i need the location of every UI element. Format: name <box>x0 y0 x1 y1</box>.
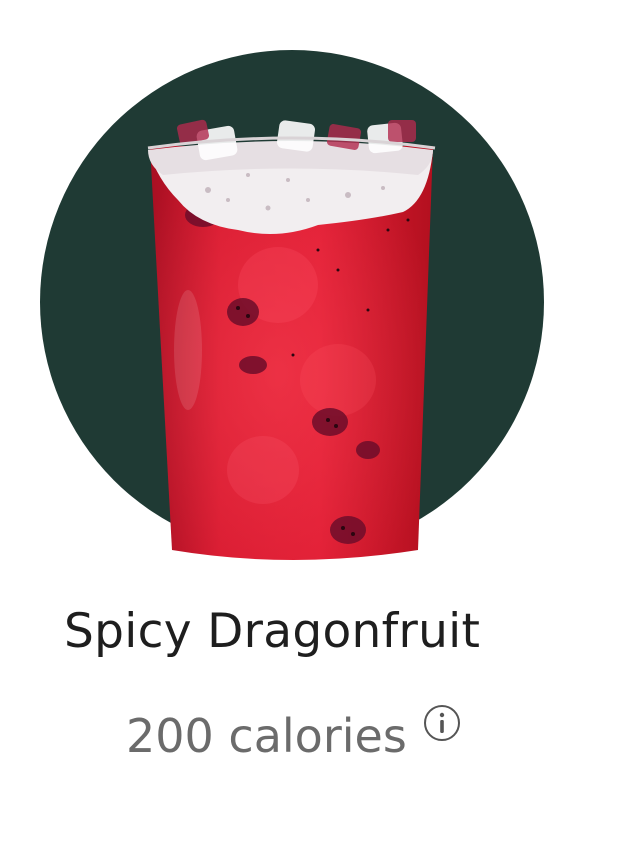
calories-row: 200 calories <box>126 704 461 768</box>
product-detail-screen: Spicy Dragonfruit 200 calories <box>0 0 640 853</box>
info-icon[interactable] <box>423 704 461 742</box>
calories-text: 200 calories <box>126 709 407 763</box>
product-image <box>38 50 546 560</box>
dragonfruit-drink-icon <box>40 50 544 560</box>
product-name: Spicy Dragonfruit <box>64 604 481 659</box>
